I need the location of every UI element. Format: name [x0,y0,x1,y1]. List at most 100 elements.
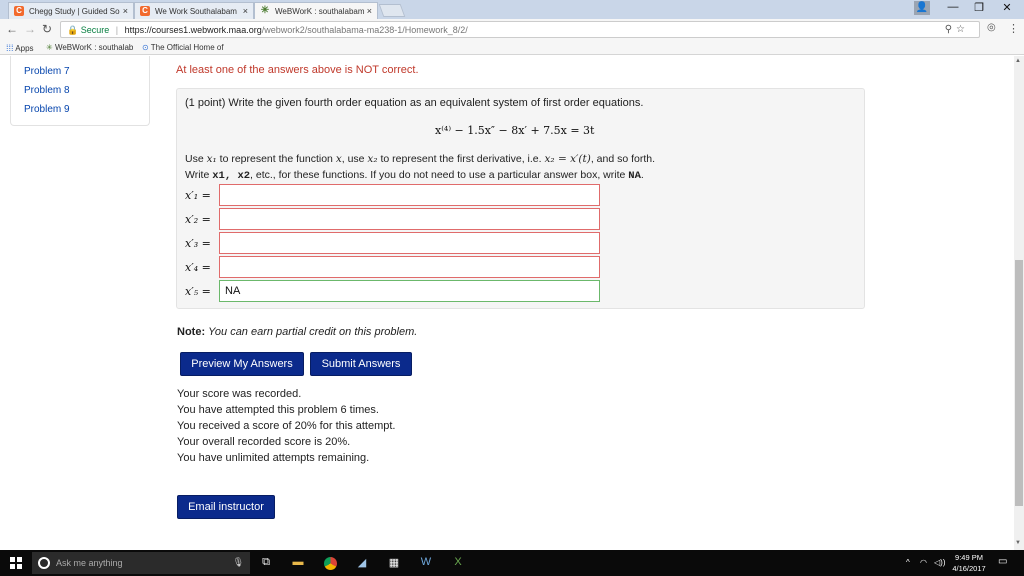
email-instructor-button[interactable]: Email instructor [177,495,275,519]
answer-label-5: x′₅ = [185,285,211,298]
problem-sidebar: Problem 7 Problem 8 Problem 9 [10,56,150,126]
answer-label-4: x′₄ = [185,261,211,274]
word-icon[interactable]: W [418,556,434,568]
reload-icon[interactable]: ↻ [42,22,52,36]
tray-chevron-icon[interactable]: ^ [906,558,910,567]
answer-field-1[interactable] [219,184,600,206]
task-view-icon[interactable]: ⧉ [258,556,274,569]
clock-date: 4/16/2017 [952,564,986,573]
text-fragment: to represent the first derivative, i.e. [377,153,545,165]
window-close-icon[interactable]: ✕ [1000,1,1014,14]
cortana-icon [38,557,50,569]
scroll-down-icon[interactable]: ▼ [1015,540,1021,546]
close-icon[interactable]: × [367,6,372,16]
file-explorer-icon[interactable]: ▬ [290,556,306,568]
browser-menu-icon[interactable]: ⋮ [1008,22,1019,35]
secure-label: Secure [80,25,110,35]
answer-field-5[interactable] [219,280,600,302]
calculator-icon[interactable]: ▦ [386,556,402,569]
close-icon[interactable]: × [123,6,128,16]
score-line-4: Your overall recorded score is 20%. [177,436,351,448]
windows-start-icon[interactable] [10,557,22,569]
app-icon[interactable]: ◢ [354,556,370,569]
tab-title: WeBWorK : southalabam [275,7,365,16]
chegg-icon: C [140,6,150,16]
instruction-line-1: Use x₁ to represent the function x, use … [185,153,655,165]
answer-field-2[interactable] [219,208,600,230]
lock-icon: 🔒 [67,25,79,35]
microphone-icon[interactable]: 🎙 [233,557,244,568]
bookmark-label: WeBWorK : southalab [54,43,134,52]
tab-title: Chegg Study | Guided So [29,7,120,16]
answer-label-3: x′₃ = [185,237,211,250]
code-variables: x1, x2 [212,170,251,182]
browser-tab-chegg[interactable]: C Chegg Study | Guided So × [8,2,134,19]
page-scrollbar[interactable]: ▲ ▼ [1014,56,1024,550]
answer-field-3[interactable] [219,232,600,254]
chrome-icon[interactable] [322,556,338,572]
text-fragment: Use [185,153,207,165]
chegg-icon: C [14,6,24,16]
url-host: https://courses1.webwork.maa.org [124,25,262,35]
minimize-icon[interactable]: — [946,1,960,13]
windows-taskbar: Ask me anything 🎙 ⧉ ▬ ◢ ▦ W X ^ ◠ ◁)) 9:… [0,550,1024,576]
excel-icon[interactable]: X [450,556,466,568]
preview-answers-button[interactable]: Preview My Answers [180,352,304,376]
user-profile-icon[interactable]: 👤 [914,1,930,15]
back-arrow-icon[interactable]: ← [6,22,18,36]
bookmarks-bar: ⁞⁞⁞ Apps ✳ WeBWorK : southalab ⊙ The Off… [0,40,1024,55]
zoom-star-icons[interactable]: ⚲☆ [945,24,969,35]
score-line-1: Your score was recorded. [177,388,302,400]
wifi-icon[interactable]: ◠ [920,558,927,567]
scroll-up-icon[interactable]: ▲ [1015,58,1021,64]
text-fragment: . [640,169,644,181]
url-separator: | [115,25,119,35]
new-tab-button[interactable] [378,4,406,17]
bookmark-label: The Official Home of [150,43,224,52]
sidebar-item-problem-8[interactable]: Problem 8 [24,85,70,96]
code-na: NA [628,170,641,182]
problem-box: (1 point) Write the given fourth order e… [176,88,865,309]
volume-icon[interactable]: ◁)) [934,558,945,567]
text-fragment: Write [185,169,213,181]
note-text: You can earn partial credit on this prob… [208,326,418,338]
clock-time: 9:49 PM [955,553,983,562]
restore-icon[interactable]: ❐ [972,1,986,14]
scroll-thumb[interactable] [1015,260,1023,506]
bookmark-webwork[interactable]: ✳ WeBWorK : southalab [46,43,133,52]
browser-toolbar: ← → ↻ 🔒 Secure | https://courses1.webwor… [0,19,1024,40]
extension-icon[interactable]: ◎ [987,22,996,33]
tab-title: We Work Southalabam [155,7,237,16]
partial-credit-note: Note: You can earn partial credit on thi… [177,326,417,338]
score-line-5: You have unlimited attempts remaining. [177,452,370,464]
search-placeholder: Ask me anything [56,558,123,568]
webwork-icon: ✳ [46,43,53,52]
sidebar-item-problem-7[interactable]: Problem 7 [24,66,70,77]
page-content: Problem 7 Problem 8 Problem 9 At least o… [0,56,1014,550]
link-icon: ⊙ [142,43,149,52]
apps-icon: ⁞⁞⁞ [6,43,14,53]
address-bar[interactable]: 🔒 Secure | https://courses1.webwork.maa.… [60,21,980,38]
bookmark-official-home[interactable]: ⊙ The Official Home of [142,43,224,52]
answer-label-1: x′₁ = [185,189,211,202]
cortana-search-box[interactable]: Ask me anything 🎙 [32,552,250,574]
system-clock[interactable]: 9:49 PM 4/16/2017 [945,552,993,574]
action-center-icon[interactable]: ▭ [998,556,1007,567]
problem-intro: (1 point) Write the given fourth order e… [185,97,644,109]
answer-field-4[interactable] [219,256,600,278]
score-line-2: You have attempted this problem 6 times. [177,404,379,416]
text-fragment: to represent the function [216,153,336,165]
close-icon[interactable]: × [243,6,248,16]
submit-answers-button[interactable]: Submit Answers [310,352,412,376]
forward-arrow-icon[interactable]: → [24,22,36,36]
math-x1: x₁ [206,153,217,165]
bookmark-apps[interactable]: ⁞⁞⁞ Apps [6,43,34,53]
incorrect-warning: At least one of the answers above is NOT… [176,64,419,76]
sidebar-item-problem-9[interactable]: Problem 9 [24,104,70,115]
text-fragment: , etc., for these functions. If you do n… [250,169,629,181]
webwork-icon: ✳ [260,5,270,16]
browser-tab-wework[interactable]: C We Work Southalabam × [134,2,254,19]
browser-tab-webwork[interactable]: ✳ WeBWorK : southalabam × [254,2,378,19]
instruction-line-2: Write x1, x2, etc., for these functions.… [185,169,644,182]
math-x2: x₂ [367,153,378,165]
